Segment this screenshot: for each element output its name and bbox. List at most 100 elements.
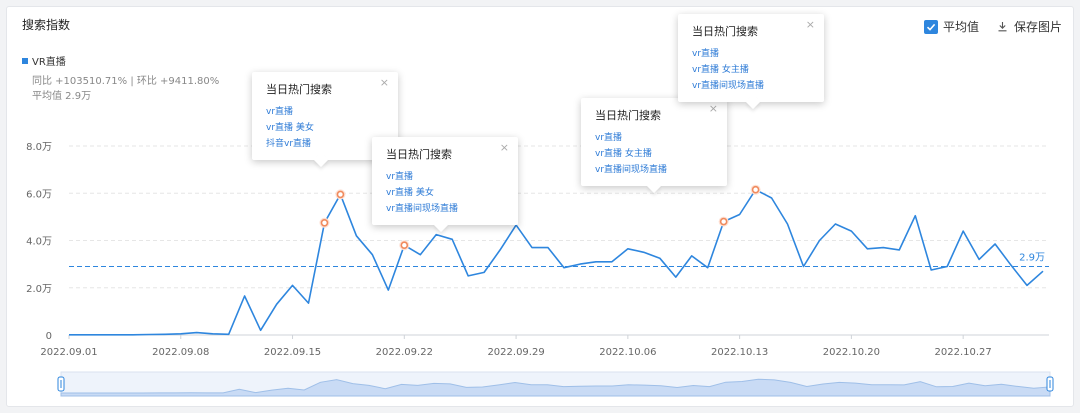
data-point	[945, 264, 949, 268]
data-point	[450, 237, 454, 241]
data-point	[578, 262, 582, 266]
data-point	[833, 222, 837, 226]
hot-search-link[interactable]: vr直播 美女	[266, 120, 384, 136]
data-point	[115, 333, 119, 337]
x-tick-label: 2022.09.22	[376, 347, 433, 358]
data-point	[530, 246, 534, 250]
data-point	[658, 256, 662, 260]
hot-search-link[interactable]: vr直播间现场直播	[595, 162, 713, 178]
hot-search-link[interactable]: 抖音vr直播	[266, 136, 384, 152]
data-point	[546, 246, 550, 250]
x-tick-label: 2022.10.06	[599, 347, 656, 358]
data-point	[498, 248, 502, 252]
hot-search-link[interactable]: vr直播间现场直播	[386, 201, 504, 217]
data-point	[163, 332, 167, 336]
data-point	[1041, 269, 1045, 273]
data-point	[275, 302, 279, 306]
line-chart: 0 2.0万 4.0万 6.0万 8.0万 2022.09.01 2022.09.08 202…	[26, 142, 1054, 397]
data-point	[881, 246, 885, 250]
hot-search-tooltip: × 当日热门搜索 vr直播 vr直播 美女 vr直播间现场直播	[372, 137, 518, 225]
data-point	[674, 275, 678, 279]
data-point	[67, 333, 71, 337]
data-point	[179, 332, 183, 336]
hot-search-link[interactable]: vr直播 女主播	[595, 146, 713, 162]
data-point	[738, 213, 742, 217]
hot-search-tooltip: × 当日热门搜索 vr直播 vr直播 女主播 vr直播间现场直播	[581, 98, 727, 186]
data-point	[993, 242, 997, 246]
data-point	[626, 247, 630, 251]
y-tick-label: 6.0万	[26, 189, 52, 200]
tooltip-title: 当日热门搜索	[692, 25, 758, 38]
tooltip-title: 当日热门搜索	[386, 148, 452, 161]
tooltip-title: 当日热门搜索	[266, 83, 332, 96]
data-point	[211, 332, 215, 336]
hot-search-link[interactable]: vr直播间现场直播	[692, 78, 810, 94]
close-icon[interactable]: ×	[709, 102, 718, 115]
data-point	[227, 332, 231, 336]
data-point	[243, 294, 247, 298]
series-line	[69, 188, 1044, 336]
x-tick-label: 2022.10.27	[935, 347, 992, 358]
data-point	[147, 333, 151, 337]
average-label: 2.9万	[1019, 252, 1045, 263]
data-point	[562, 266, 566, 270]
data-point	[307, 301, 311, 305]
y-tick-label: 2.0万	[26, 284, 52, 295]
data-point	[594, 260, 598, 264]
data-point	[370, 253, 374, 257]
highlight-point	[320, 218, 329, 227]
data-point	[291, 283, 295, 287]
data-point	[466, 274, 470, 278]
hot-search-link[interactable]: vr直播	[595, 130, 713, 146]
highlight-point	[719, 217, 728, 226]
data-point	[99, 333, 103, 337]
data-point	[434, 233, 438, 237]
data-point	[482, 270, 486, 274]
data-point	[706, 266, 710, 270]
data-point	[977, 257, 981, 261]
x-tick-label: 2022.10.13	[711, 347, 768, 358]
y-tick-label: 8.0万	[26, 142, 52, 153]
y-tick-label: 4.0万	[26, 237, 52, 248]
x-tick-label: 2022.09.08	[152, 347, 209, 358]
data-point	[897, 248, 901, 252]
data-point	[817, 239, 821, 243]
x-tick-label: 2022.10.20	[823, 347, 880, 358]
data-point	[770, 196, 774, 200]
data-point	[131, 333, 135, 337]
data-point	[386, 288, 390, 292]
data-point	[849, 229, 853, 233]
tooltip-title: 当日热门搜索	[595, 109, 661, 122]
hot-search-link[interactable]: vr直播 美女	[386, 185, 504, 201]
data-point	[354, 234, 358, 238]
highlight-point	[400, 241, 409, 250]
data-point	[801, 264, 805, 268]
data-point	[195, 331, 199, 335]
close-icon[interactable]: ×	[500, 141, 509, 154]
data-point	[913, 214, 917, 218]
y-tick-label: 0	[46, 331, 52, 342]
data-point	[1025, 283, 1029, 287]
data-point	[786, 222, 790, 226]
close-icon[interactable]: ×	[806, 18, 815, 31]
data-point	[961, 229, 965, 233]
data-point	[865, 247, 869, 251]
data-point	[418, 253, 422, 257]
data-point	[83, 333, 87, 337]
data-point	[690, 254, 694, 258]
hot-search-link[interactable]: vr直播	[386, 169, 504, 185]
hot-search-link[interactable]: vr直播	[692, 46, 810, 62]
x-tick-label: 2022.09.01	[40, 347, 97, 358]
hot-search-link[interactable]: vr直播 女主播	[692, 62, 810, 78]
highlight-point	[336, 190, 345, 199]
x-tick-label: 2022.09.29	[487, 347, 544, 358]
data-point	[610, 260, 614, 264]
data-point	[259, 328, 263, 332]
data-point	[1009, 263, 1013, 267]
highlight-point	[751, 185, 760, 194]
x-tick-label: 2022.09.15	[264, 347, 321, 358]
close-icon[interactable]: ×	[380, 76, 389, 89]
data-point	[929, 268, 933, 272]
hot-search-tooltip: × 当日热门搜索 vr直播 vr直播 女主播 vr直播间现场直播	[678, 14, 824, 102]
hot-search-link[interactable]: vr直播	[266, 104, 384, 120]
